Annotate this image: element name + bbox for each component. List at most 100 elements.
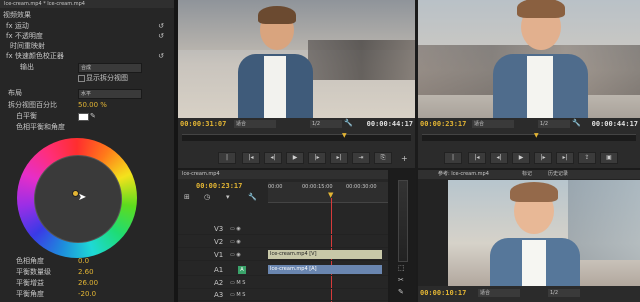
track-v1: V1 ▭ ◉ Ice-cream.mp4 [V] — [178, 250, 388, 261]
program-fraction-select[interactable]: 1/2 — [538, 120, 570, 128]
timeline-toolbar: ⊞ ◷ ▾ 🔧 — [178, 193, 268, 203]
effect-controls-panel: Ice-cream.mp4 * Ice-cream.mp4 视频效果 fx 运动… — [0, 0, 174, 302]
param-value[interactable]: 0.0 — [78, 256, 89, 266]
param-row-hue-angle: 色相角度 0.0 — [16, 256, 90, 266]
layout-select[interactable]: 水平 — [78, 89, 142, 99]
step-back-button[interactable]: |◂ — [468, 152, 486, 164]
step-back-button[interactable]: |◂ — [242, 152, 260, 164]
source-patch-icon[interactable]: A — [238, 266, 246, 274]
wrench-icon[interactable]: 🔧 — [248, 193, 257, 201]
razor-tool-icon[interactable]: ✂ — [398, 276, 404, 284]
eyedropper-icon[interactable]: ✎ — [90, 111, 96, 121]
output-select[interactable]: 合成 — [78, 63, 142, 73]
effect-item-time-remap[interactable]: 时间重映射 — [0, 41, 174, 51]
timeline-panel: Ice-cream.mp4 00:00:23:17 ⊞ ◷ ▾ 🔧 00:00 … — [178, 170, 388, 302]
lift-button[interactable]: ⇪ — [578, 152, 596, 164]
frame-back-button[interactable]: ◂| — [264, 152, 282, 164]
marker-icon[interactable]: ▾ — [226, 193, 230, 201]
show-split-row[interactable]: 显示拆分视图 — [0, 73, 174, 83]
reset-icon[interactable]: ↺ — [158, 51, 164, 61]
wrench-icon[interactable]: 🔧 — [344, 119, 353, 127]
source-fraction-select[interactable]: 1/2 — [310, 120, 342, 128]
param-value[interactable]: 2.60 — [78, 267, 94, 277]
hue-balance-row: 色相平衡和角度 — [16, 123, 65, 131]
play-button[interactable]: ▶ — [512, 152, 530, 164]
add-button-icon[interactable]: + — [401, 154, 408, 163]
reference-fit-select[interactable]: 适合 — [478, 289, 520, 297]
tab-history[interactable]: 历史记录 — [548, 170, 568, 179]
source-duration: 00:00:44:17 — [366, 120, 413, 128]
reference-timecode[interactable]: 00:00:10:17 — [420, 289, 466, 297]
reset-icon[interactable]: ↺ — [158, 31, 164, 41]
lock-icon[interactable]: ▭ ◉ — [230, 224, 241, 234]
wrench-icon[interactable]: 🔧 — [572, 119, 581, 127]
track-v2: V2 ▭ ◉ — [178, 237, 388, 248]
selection-tool-icon[interactable]: ⬚ — [398, 264, 405, 272]
track-label: A2 — [214, 279, 224, 287]
output-row: 输出 合成 — [0, 62, 174, 73]
insert-button[interactable]: ⇥ — [352, 152, 370, 164]
white-balance-swatch[interactable] — [78, 113, 89, 121]
effect-controls-tab[interactable]: Ice-cream.mp4 * Ice-cream.mp4 — [4, 0, 85, 8]
frame-back-button[interactable]: ◂| — [490, 152, 508, 164]
audio-meter — [398, 180, 408, 262]
program-video-frame[interactable] — [418, 0, 640, 118]
pen-tool-icon[interactable]: ✎ — [398, 288, 404, 296]
mute-icon[interactable]: ▭ M S — [230, 278, 245, 288]
video-clip[interactable]: Ice-cream.mp4 [V] — [268, 250, 382, 259]
mute-icon[interactable]: ▭ M S — [230, 290, 245, 300]
reference-video-frame[interactable] — [448, 180, 640, 286]
effect-item-motion[interactable]: fx 运动 ↺ — [0, 21, 174, 31]
link-icon[interactable]: ◷ — [204, 193, 210, 201]
step-forward-button[interactable]: ▸| — [330, 152, 348, 164]
source-video-frame[interactable] — [178, 0, 415, 118]
source-scrubber[interactable]: ▼ — [182, 132, 411, 141]
frame-forward-button[interactable]: |▸ — [534, 152, 552, 164]
program-fit-select[interactable]: 适合 — [472, 120, 514, 128]
layout-row: 布局 水平 — [0, 88, 174, 99]
reset-icon[interactable]: ↺ — [158, 21, 164, 31]
reference-fraction-select[interactable]: 1/2 — [548, 289, 580, 297]
playhead[interactable]: ▼ — [342, 132, 347, 139]
play-button[interactable]: ▶ — [286, 152, 304, 164]
tab-markers[interactable]: 标记 — [522, 170, 532, 179]
source-fit-select[interactable]: 适合 — [234, 120, 276, 128]
track-label: V3 — [214, 225, 224, 233]
timeline-tab[interactable]: Ice-cream.mp4 — [182, 170, 220, 179]
audio-clip[interactable]: Ice-cream.mp4 [A] — [268, 265, 382, 274]
girl-figure — [493, 0, 588, 118]
frame-forward-button[interactable]: |▸ — [308, 152, 326, 164]
param-value[interactable]: -20.0 — [78, 289, 96, 299]
effect-item-fast-color[interactable]: fx 快速颜色校正器 ↺ — [0, 51, 174, 61]
track-a2: A2 ▭ M S — [178, 278, 388, 289]
track-label: V1 — [214, 251, 224, 259]
step-forward-button[interactable]: ▸| — [556, 152, 574, 164]
mark-in-button[interactable]: | — [444, 152, 462, 164]
param-value[interactable]: 26.00 — [78, 278, 98, 288]
lock-icon[interactable]: ▭ ◉ — [230, 237, 241, 247]
timeline-ruler[interactable]: 00:00 00:00:15:00 00:00:30:00 ▼ — [268, 182, 388, 203]
program-controls-bar: 00:00:23:17 适合 1/2 🔧 00:00:44:17 ▼ | |◂ … — [418, 118, 640, 168]
lock-icon[interactable]: ▭ ◉ — [230, 250, 241, 260]
snap-icon[interactable]: ⊞ — [184, 193, 190, 201]
tab-reference[interactable]: 参考: Ice-cream.mp4 — [438, 170, 489, 179]
playhead[interactable]: ▼ — [534, 132, 539, 139]
program-timecode[interactable]: 00:00:23:17 — [420, 120, 466, 128]
program-scrubber[interactable]: ▼ — [422, 132, 636, 141]
split-percent-value[interactable]: 50.00 % — [78, 100, 107, 110]
program-monitor-bottom: 参考: Ice-cream.mp4 标记 历史记录 00:00:10:17 适合… — [418, 170, 640, 302]
split-percent-row: 拆分视图百分比 50.00 % — [8, 100, 107, 110]
mark-in-button[interactable]: | — [218, 152, 236, 164]
overwrite-button[interactable]: ⎘ — [374, 152, 392, 164]
program-monitor-top: 00:00:23:17 适合 1/2 🔧 00:00:44:17 ▼ | |◂ … — [418, 0, 640, 168]
source-timecode[interactable]: 00:00:31:07 — [180, 120, 226, 128]
param-row-angle: 平衡角度 -20.0 — [16, 289, 97, 299]
export-frame-button[interactable]: ▣ — [600, 152, 618, 164]
timeline-timecode[interactable]: 00:00:23:17 — [196, 182, 242, 190]
audio-meter-panel: ⬚ ✂ ✎ — [390, 170, 416, 302]
program-duration: 00:00:44:17 — [591, 120, 638, 128]
effect-item-opacity[interactable]: fx 不透明度 ↺ — [0, 31, 174, 41]
track-label: A3 — [214, 291, 224, 299]
split-checkbox[interactable] — [78, 75, 85, 82]
ruler-label: 00:00:15:00 — [302, 184, 333, 190]
